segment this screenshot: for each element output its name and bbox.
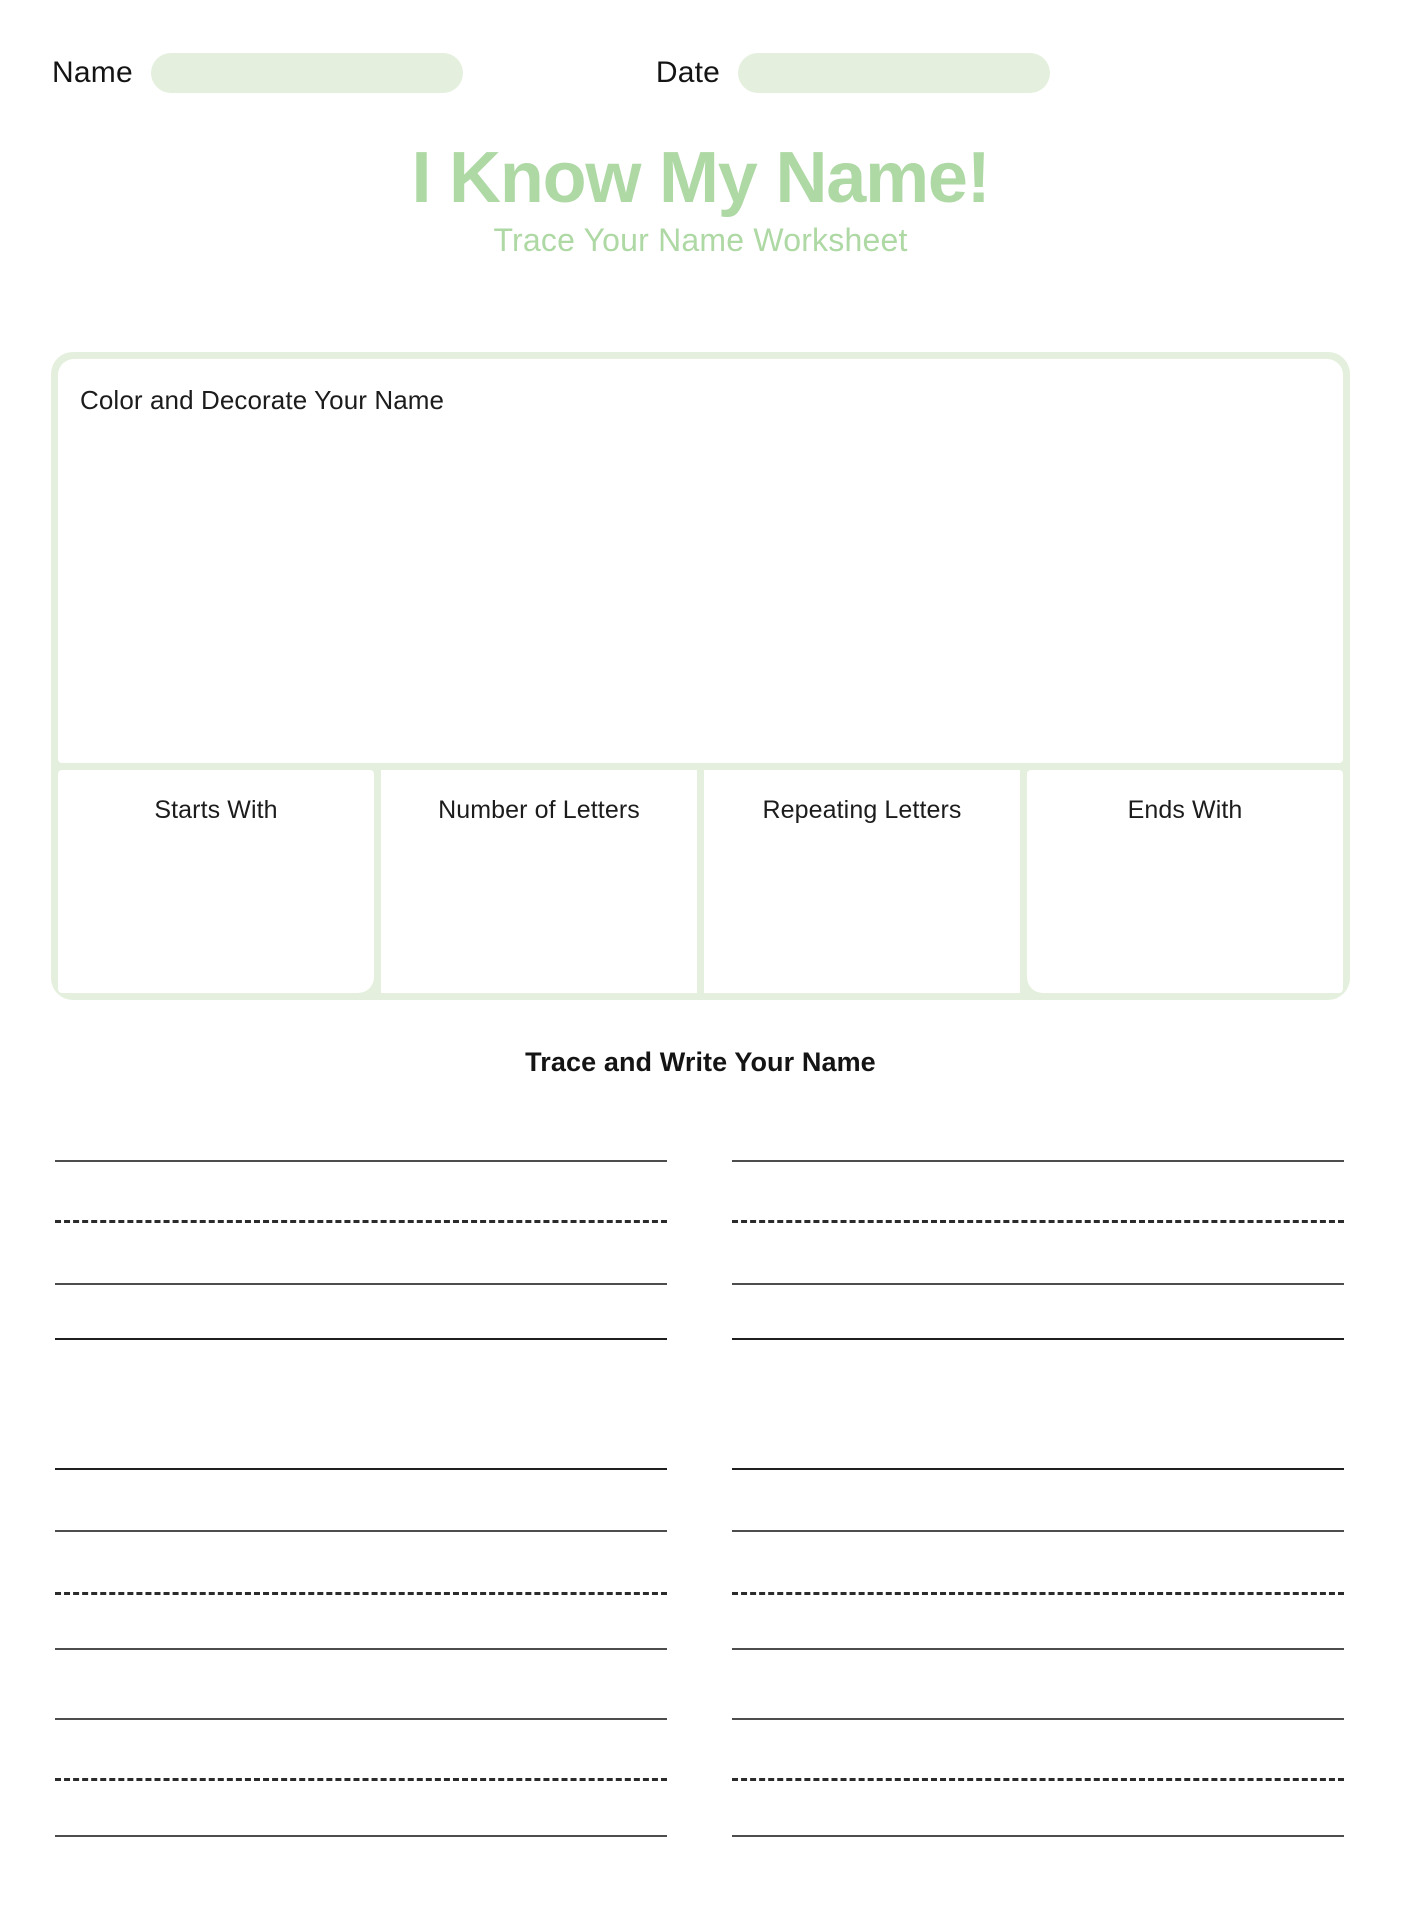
decorate-name-label: Color and Decorate Your Name [80,385,445,415]
handwriting-rule-solid-dark [732,1468,1344,1470]
title-block: I Know My Name! Trace Your Name Workshee… [0,142,1401,256]
trace-section-heading: Trace and Write Your Name [525,1047,876,1077]
handwriting-rule-solid [732,1160,1344,1162]
handwriting-rule-solid [732,1718,1344,1720]
attribute-cell-ends-with[interactable]: Ends With [1027,770,1343,993]
attribute-cell-repeating-letters[interactable]: Repeating Letters [704,770,1020,993]
attribute-cell-starts-with[interactable]: Starts With [58,770,374,993]
handwriting-rule-dashed [55,1592,667,1595]
date-field-group: Date [656,53,1050,93]
handwriting-rule-solid [55,1718,667,1720]
handwriting-rule-solid-dark [732,1338,1344,1340]
decorate-name-area[interactable]: Color and Decorate Your Name [58,359,1343,763]
handwriting-rule-solid-dark [55,1468,667,1470]
handwriting-rule-solid [55,1160,667,1162]
date-input[interactable] [738,53,1050,93]
handwriting-rule-solid [732,1530,1344,1532]
handwriting-rule-dashed [55,1220,667,1223]
name-input[interactable] [150,53,463,93]
attribute-label: Number of Letters [438,796,640,824]
handwriting-rule-solid [732,1648,1344,1650]
name-attributes-row: Starts With Number of Letters Repeating … [58,770,1343,993]
name-field-group: Name [52,53,463,93]
page-subtitle: Trace Your Name Worksheet [493,222,908,258]
attribute-label: Repeating Letters [762,796,962,824]
handwriting-rule-solid-dark [55,1338,667,1340]
handwriting-rule-dashed [732,1220,1344,1223]
attribute-label: Starts With [154,796,278,824]
handwriting-rule-dashed [732,1778,1344,1781]
attribute-label: Ends With [1127,796,1243,824]
date-label: Date [655,56,720,89]
handwriting-rule-dashed [55,1778,667,1781]
handwriting-rule-solid [55,1283,667,1285]
handwriting-rule-solid [732,1283,1344,1285]
name-activity-card: Color and Decorate Your Name Starts With… [51,352,1350,1000]
name-label: Name [52,56,133,89]
page-title: I Know My Name! [411,138,990,218]
handwriting-rule-solid [55,1648,667,1650]
handwriting-rule-solid [55,1835,667,1837]
worksheet-header: Name Date [0,48,1401,98]
attribute-cell-number-of-letters[interactable]: Number of Letters [381,770,697,993]
handwriting-rule-solid [732,1835,1344,1837]
handwriting-rule-dashed [732,1592,1344,1595]
handwriting-rule-solid [55,1530,667,1532]
